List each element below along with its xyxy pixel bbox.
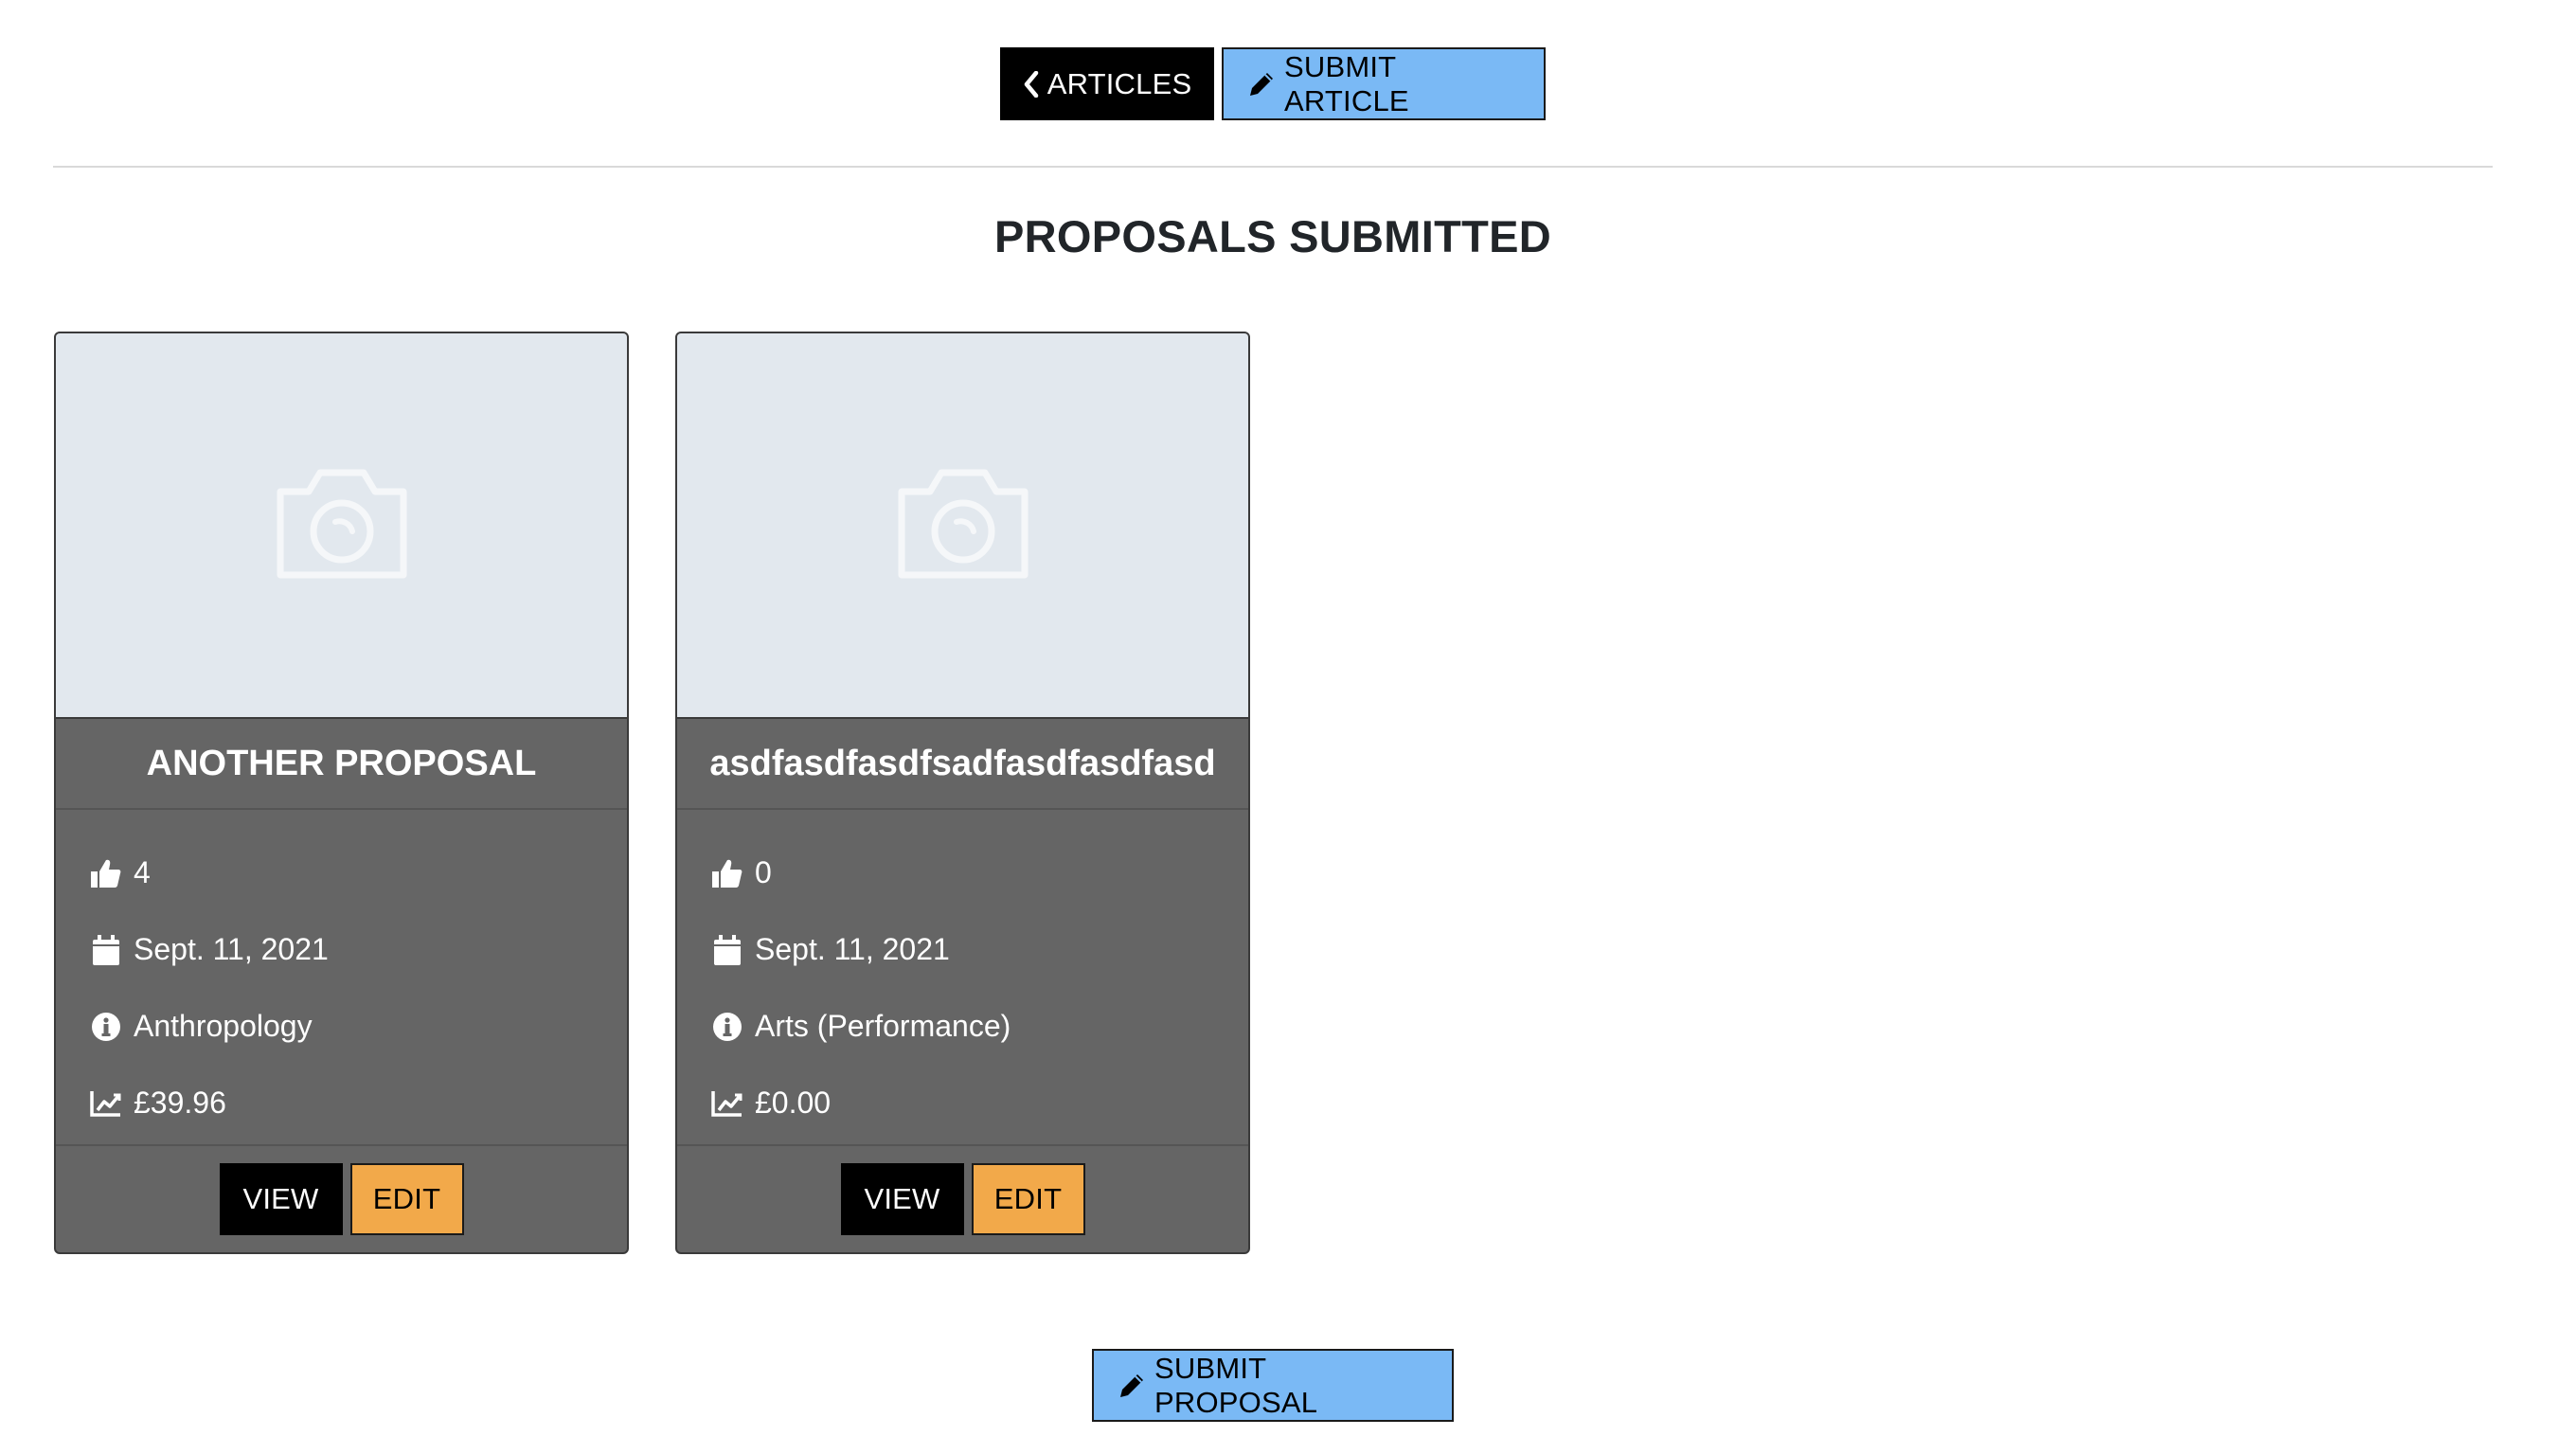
date-row: Sept. 11, 2021 <box>90 911 593 988</box>
page-title: PROPOSALS SUBMITTED <box>993 211 1551 261</box>
card-image-placeholder <box>677 333 1248 719</box>
price-row: £39.96 <box>90 1065 593 1141</box>
thumbs-up-icon <box>90 857 122 889</box>
edit-button[interactable]: EDIT <box>971 1163 1085 1235</box>
thumbs-up-icon <box>711 857 743 889</box>
likes-row: 0 <box>711 835 1214 911</box>
info-circle-icon <box>711 1012 743 1042</box>
articles-button[interactable]: ARTICLES <box>1000 47 1214 120</box>
card-image-placeholder <box>56 333 627 719</box>
price-text: £0.00 <box>755 1086 832 1120</box>
submit-proposal-label: SUBMIT PROPOSAL <box>1154 1351 1318 1419</box>
date-text: Sept. 11, 2021 <box>134 932 329 966</box>
proposal-card: ANOTHER PROPOSAL 4 Sept. 11, 2021 Anthro… <box>54 332 629 1254</box>
view-button[interactable]: VIEW <box>840 1163 964 1235</box>
price-row: £0.00 <box>711 1065 1214 1141</box>
category-row: Anthropology <box>90 988 593 1065</box>
card-title: asdfasdfasdfsadfasdfasdfasd <box>677 719 1248 810</box>
date-row: Sept. 11, 2021 <box>711 911 1214 988</box>
divider <box>53 166 2493 168</box>
top-nav: ARTICLES SUBMIT ARTICLE <box>0 47 2576 120</box>
date-text: Sept. 11, 2021 <box>755 932 950 966</box>
chevron-left-icon <box>1023 70 1040 98</box>
proposal-card: asdfasdfasdfsadfasdfasdfasd 0 Sept. 11, … <box>675 332 1250 1254</box>
card-footer: VIEW EDIT <box>56 1144 627 1252</box>
likes-row: 4 <box>90 835 593 911</box>
category-text: Arts (Performance) <box>755 1009 1011 1043</box>
bottom-actions: SUBMIT PROPOSAL <box>0 1349 2546 1422</box>
card-body: 0 Sept. 11, 2021 Arts (Performance) £0.0… <box>677 810 1248 1144</box>
pencil-icon <box>1246 69 1277 99</box>
card-footer: VIEW EDIT <box>677 1144 1248 1252</box>
chart-line-icon <box>90 1089 122 1118</box>
view-button[interactable]: VIEW <box>219 1163 343 1235</box>
submit-article-label: SUBMIT ARTICLE <box>1284 49 1409 117</box>
card-title: ANOTHER PROPOSAL <box>56 719 627 810</box>
category-row: Arts (Performance) <box>711 988 1214 1065</box>
camera-icon <box>273 463 411 587</box>
info-circle-icon <box>90 1012 122 1042</box>
articles-button-label: ARTICLES <box>1046 66 1192 100</box>
proposal-cards: ANOTHER PROPOSAL 4 Sept. 11, 2021 Anthro… <box>54 332 1250 1254</box>
category-text: Anthropology <box>134 1009 313 1043</box>
likes-count: 0 <box>755 855 772 889</box>
camera-icon <box>894 463 1032 587</box>
submit-proposal-button[interactable]: SUBMIT PROPOSAL <box>1092 1349 1454 1422</box>
page: ARTICLES SUBMIT ARTICLE PROPOSALS SUBMIT… <box>0 0 2576 1436</box>
likes-count: 4 <box>134 855 151 889</box>
submit-article-button[interactable]: SUBMIT ARTICLE <box>1222 47 1546 120</box>
chart-line-icon <box>711 1089 743 1118</box>
calendar-icon <box>90 934 122 966</box>
pencil-icon <box>1117 1371 1147 1401</box>
card-body: 4 Sept. 11, 2021 Anthropology £39.96 <box>56 810 627 1144</box>
calendar-icon <box>711 934 743 966</box>
edit-button[interactable]: EDIT <box>349 1163 464 1235</box>
price-text: £39.96 <box>134 1086 226 1120</box>
